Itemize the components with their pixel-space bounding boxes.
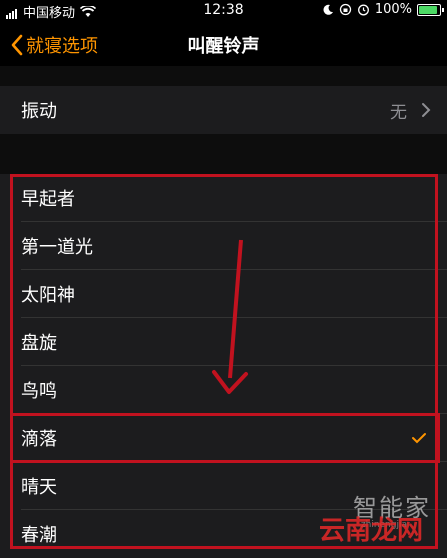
watermark-overlay: 云南龙网	[318, 516, 423, 546]
annotation-arrow	[212, 239, 248, 394]
